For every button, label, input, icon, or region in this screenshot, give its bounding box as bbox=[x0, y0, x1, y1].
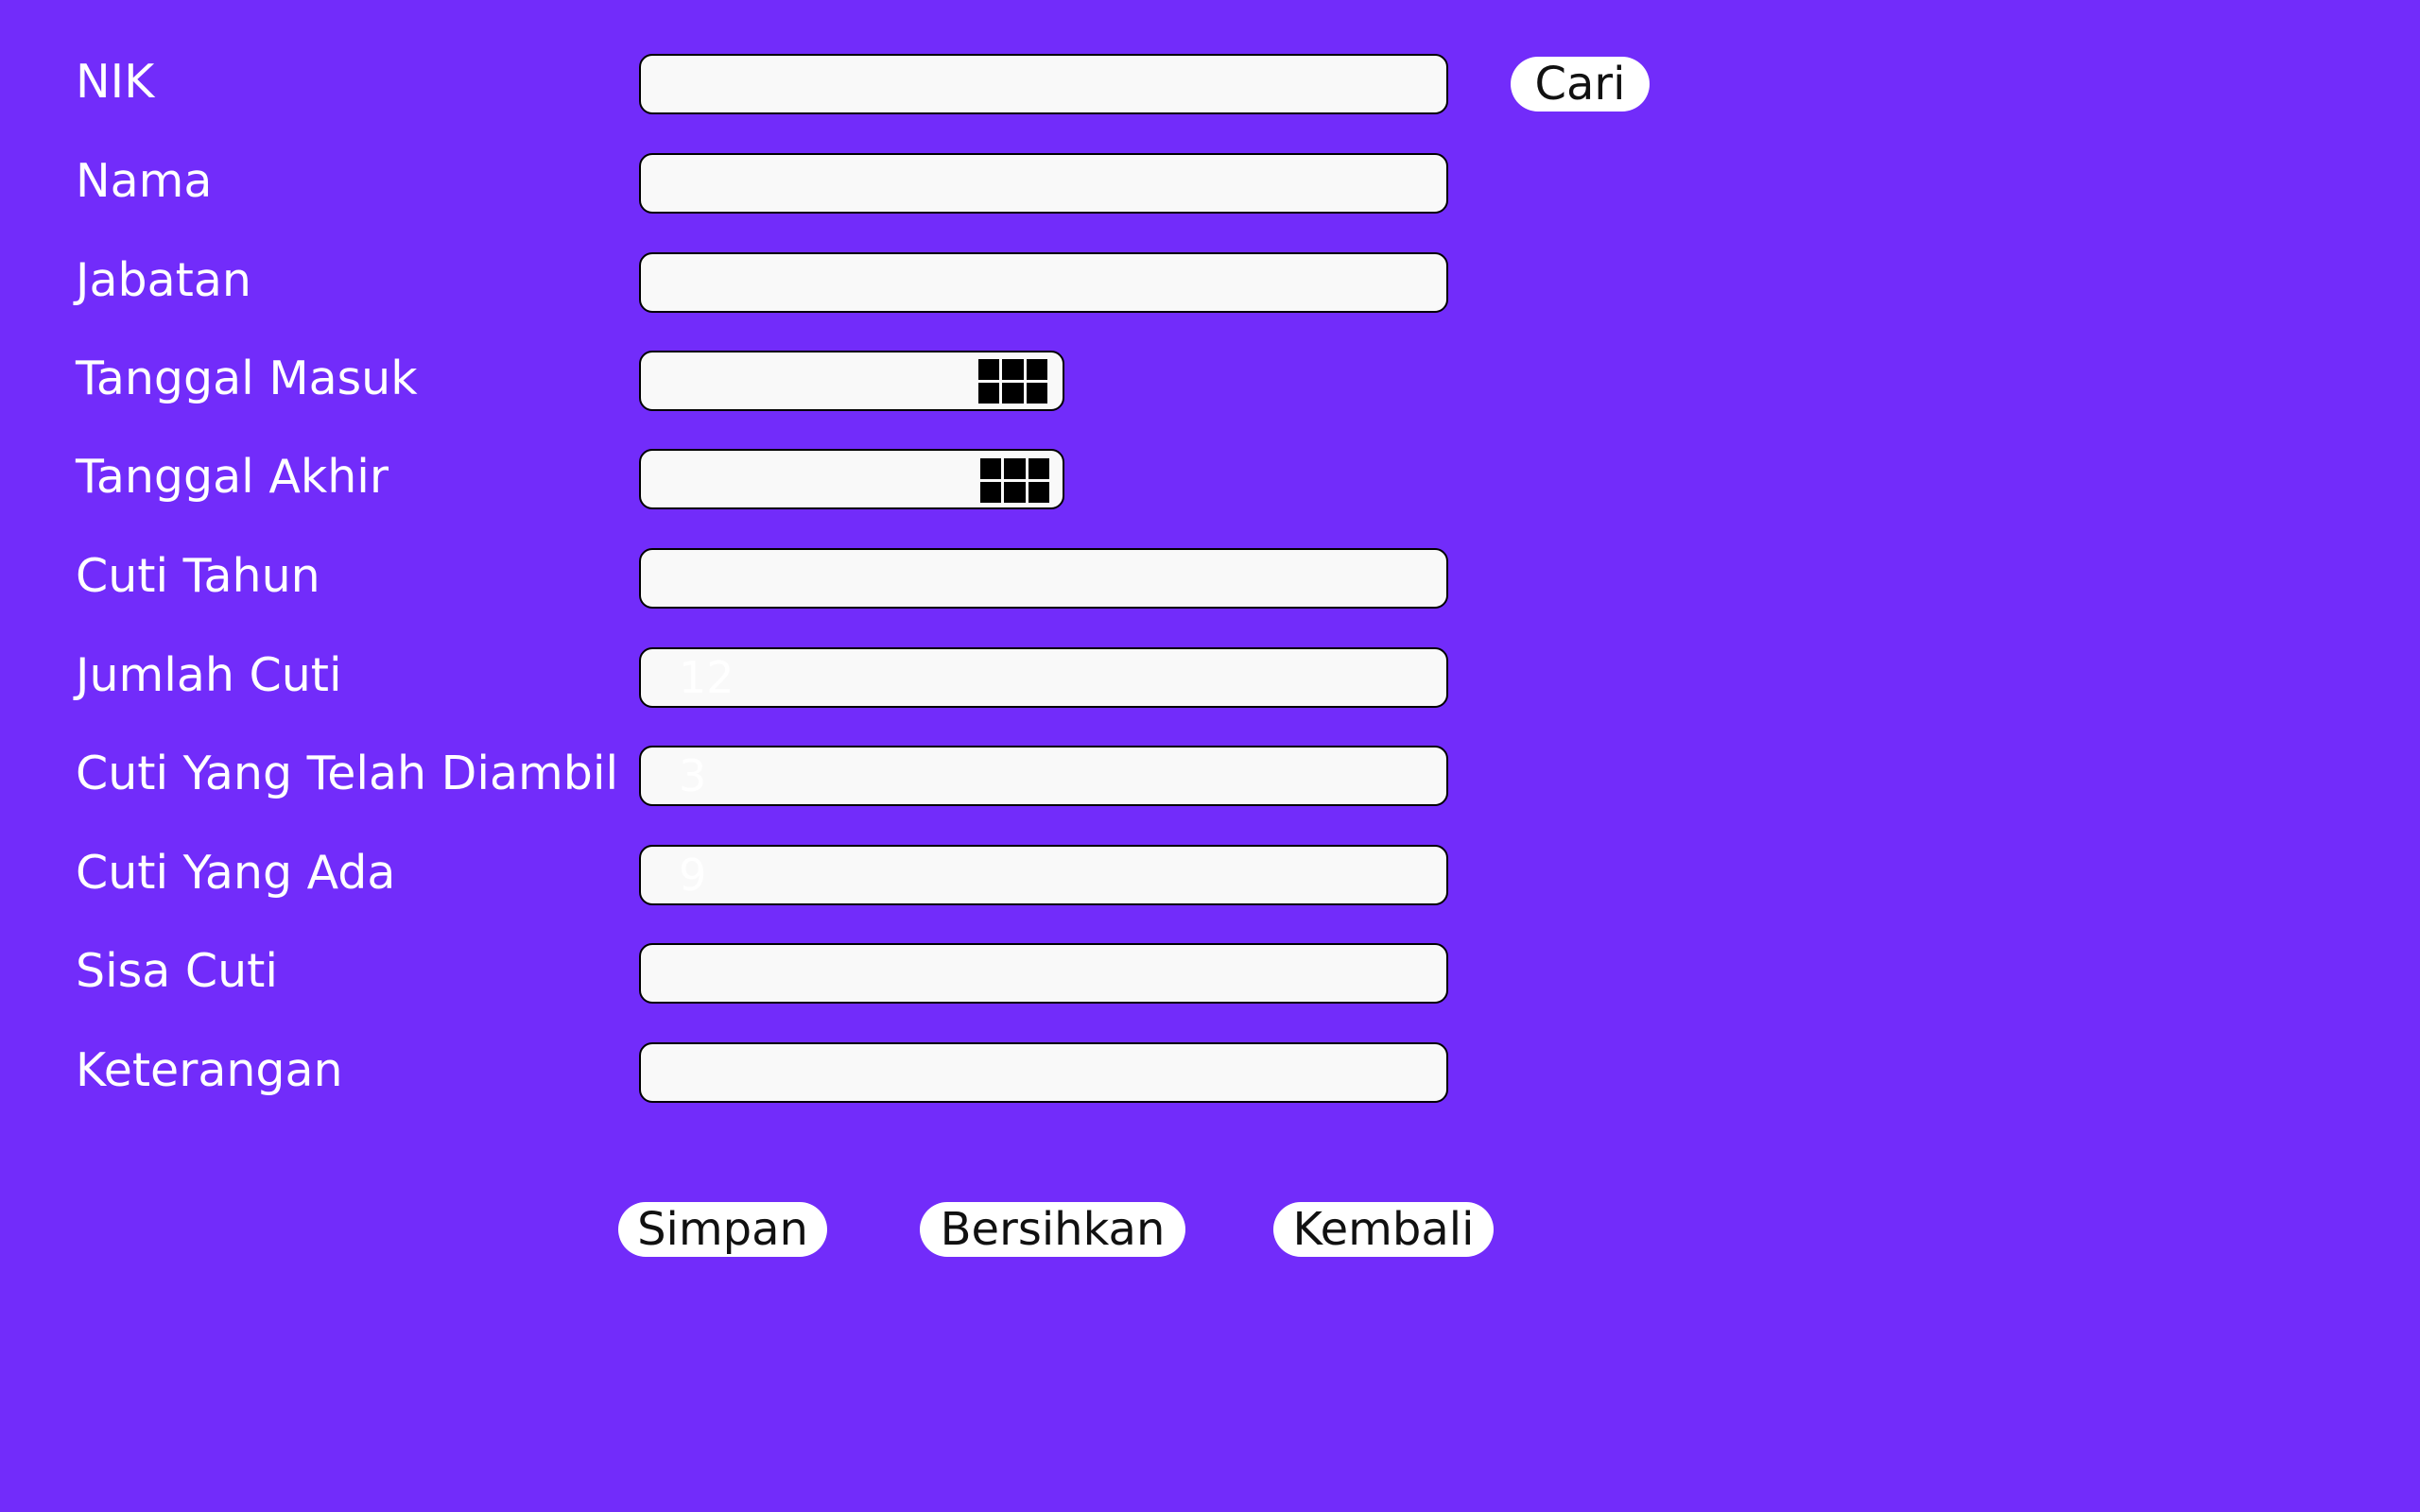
cuti-tahun-input[interactable] bbox=[639, 548, 1448, 609]
jabatan-input[interactable] bbox=[639, 252, 1448, 313]
clear-button[interactable]: Bersihkan bbox=[920, 1202, 1185, 1257]
label-cuti-ada: Cuti Yang Ada bbox=[76, 846, 396, 900]
label-cuti-diambil: Cuti Yang Telah Diambil bbox=[76, 747, 619, 800]
keterangan-input[interactable] bbox=[639, 1042, 1448, 1103]
sisa-cuti-input[interactable] bbox=[639, 943, 1448, 1004]
label-tanggal-masuk: Tanggal Masuk bbox=[76, 352, 418, 405]
label-keterangan: Keterangan bbox=[76, 1043, 343, 1097]
label-sisa-cuti: Sisa Cuti bbox=[76, 944, 278, 998]
nama-input[interactable] bbox=[639, 153, 1448, 214]
label-cuti-tahun: Cuti Tahun bbox=[76, 549, 320, 603]
jumlah-cuti-input[interactable] bbox=[639, 647, 1448, 708]
calendar-icon[interactable] bbox=[978, 359, 1047, 404]
nik-input[interactable] bbox=[639, 54, 1448, 114]
save-button[interactable]: Simpan bbox=[618, 1202, 827, 1257]
back-button[interactable]: Kembali bbox=[1273, 1202, 1494, 1257]
calendar-icon[interactable] bbox=[980, 458, 1049, 503]
label-nama: Nama bbox=[76, 154, 213, 208]
cuti-ada-input[interactable] bbox=[639, 845, 1448, 905]
label-nik: NIK bbox=[76, 55, 155, 109]
label-jabatan: Jabatan bbox=[76, 253, 251, 307]
label-tanggal-akhir: Tanggal Akhir bbox=[76, 450, 389, 504]
cuti-diambil-input[interactable] bbox=[639, 746, 1448, 806]
label-jumlah-cuti: Jumlah Cuti bbox=[76, 648, 342, 702]
search-button[interactable]: Cari bbox=[1511, 57, 1650, 112]
